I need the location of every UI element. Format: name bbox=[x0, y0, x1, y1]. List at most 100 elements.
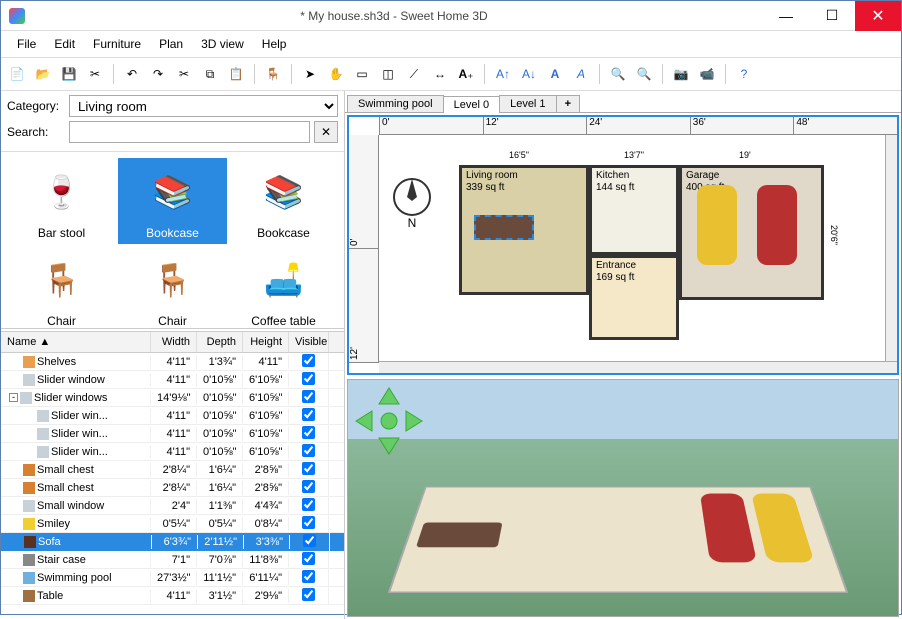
room-entrance[interactable]: Entrance169 sq ft bbox=[589, 255, 679, 340]
text-bigger-button[interactable]: A↑ bbox=[491, 62, 515, 86]
search-input[interactable] bbox=[69, 121, 310, 143]
plan-view[interactable]: 0'12'24'36'48' 0'12' N Living room339 sq… bbox=[347, 115, 899, 375]
furniture-row[interactable]: Stair case7'1"7'0⅞"11'8⅜" bbox=[1, 551, 344, 569]
help-button[interactable]: ? bbox=[732, 62, 756, 86]
select-tool[interactable]: ➤ bbox=[298, 62, 322, 86]
visible-checkbox[interactable] bbox=[302, 444, 315, 457]
text-tool[interactable]: A₊ bbox=[454, 62, 478, 86]
visible-checkbox[interactable] bbox=[302, 462, 315, 475]
zoom-in-button[interactable]: 🔍 bbox=[606, 62, 630, 86]
search-clear-button[interactable]: ✕ bbox=[314, 121, 338, 143]
undo-button[interactable]: ↶ bbox=[120, 62, 144, 86]
menu-plan[interactable]: Plan bbox=[151, 34, 191, 54]
furniture-row[interactable]: Small chest2'8¼"1'6¼"2'8⅝" bbox=[1, 461, 344, 479]
ruler-vertical: 0'12' bbox=[349, 135, 379, 363]
furniture-row[interactable]: Swimming pool27'3½"11'1½"6'11¼" bbox=[1, 569, 344, 587]
menu-help[interactable]: Help bbox=[254, 34, 295, 54]
3d-car-red bbox=[700, 494, 757, 563]
visible-checkbox[interactable] bbox=[302, 570, 315, 583]
redo-button[interactable]: ↷ bbox=[146, 62, 170, 86]
maximize-button[interactable]: ☐ bbox=[809, 1, 855, 31]
visible-checkbox[interactable] bbox=[302, 588, 315, 601]
copy-button[interactable]: ⧉ bbox=[198, 62, 222, 86]
catalog-item[interactable]: 🍷Bar stool bbox=[7, 158, 116, 244]
wall-tool[interactable]: ▭ bbox=[350, 62, 374, 86]
close-button[interactable]: ✕ bbox=[855, 1, 901, 31]
add-furniture-button[interactable]: 🪑 bbox=[261, 62, 285, 86]
menu-file[interactable]: File bbox=[9, 34, 44, 54]
save-button[interactable]: 💾 bbox=[57, 62, 81, 86]
toolbar: 📄 📂 💾 ✂ ↶ ↷ ✂ ⧉ 📋 🪑 ➤ ✋ ▭ ◫ ⟋ ↔ A₊ A↑ A↓… bbox=[1, 58, 901, 91]
visible-checkbox[interactable] bbox=[302, 372, 315, 385]
furniture-row[interactable]: Small chest2'8¼"1'6¼"2'8⅝" bbox=[1, 479, 344, 497]
visible-checkbox[interactable] bbox=[302, 408, 315, 421]
furniture-row[interactable]: Slider win...4'11"0'10⅝"6'10⅝" bbox=[1, 425, 344, 443]
level-tab[interactable]: Swimming pool bbox=[347, 95, 444, 112]
room-tool[interactable]: ◫ bbox=[376, 62, 400, 86]
col-width[interactable]: Width bbox=[151, 332, 197, 352]
compass-icon: N bbox=[387, 175, 437, 235]
col-name[interactable]: Name ▲ bbox=[1, 332, 151, 352]
catalog-item[interactable]: 📚Bookcase bbox=[229, 158, 338, 244]
category-label: Category: bbox=[7, 99, 65, 113]
visible-checkbox[interactable] bbox=[302, 480, 315, 493]
visible-checkbox[interactable] bbox=[302, 516, 315, 529]
catalog-item[interactable]: 📚Bookcase bbox=[118, 158, 227, 244]
visible-checkbox[interactable] bbox=[302, 354, 315, 367]
paste-button[interactable]: 📋 bbox=[224, 62, 248, 86]
level-tab[interactable]: Level 1 bbox=[499, 95, 556, 112]
furniture-row[interactable]: Table4'11"3'1½"2'9⅛" bbox=[1, 587, 344, 605]
furniture-row[interactable]: Smiley0'5¼"0'5¼"0'8¼" bbox=[1, 515, 344, 533]
furniture-row[interactable]: Slider window4'11"0'10⅝"6'10⅝" bbox=[1, 371, 344, 389]
visible-checkbox[interactable] bbox=[302, 426, 315, 439]
dimension-tool[interactable]: ↔ bbox=[428, 62, 452, 86]
open-button[interactable]: 📂 bbox=[31, 62, 55, 86]
furniture-row[interactable]: Small window2'4"1'1⅜"4'4¾" bbox=[1, 497, 344, 515]
car-red[interactable] bbox=[757, 185, 797, 265]
preferences-button[interactable]: ✂ bbox=[83, 62, 107, 86]
minimize-button[interactable]: — bbox=[763, 1, 809, 31]
col-height[interactable]: Height bbox=[243, 332, 289, 352]
text-italic-button[interactable]: A bbox=[569, 62, 593, 86]
video-button[interactable]: 📹 bbox=[695, 62, 719, 86]
visible-checkbox[interactable] bbox=[303, 534, 316, 547]
cut-button[interactable]: ✂ bbox=[172, 62, 196, 86]
furniture-row[interactable]: -Slider windows14'9⅛"0'10⅝"6'10⅝" bbox=[1, 389, 344, 407]
catalog-item[interactable]: 🛋️Coffee table bbox=[229, 246, 338, 332]
text-bold-button[interactable]: A bbox=[543, 62, 567, 86]
level-tab[interactable]: Level 0 bbox=[443, 96, 500, 113]
polyline-tool[interactable]: ⟋ bbox=[402, 62, 426, 86]
photo-button[interactable]: 📷 bbox=[669, 62, 693, 86]
catalog-item[interactable]: 🪑Chair bbox=[118, 246, 227, 332]
col-depth[interactable]: Depth bbox=[197, 332, 243, 352]
furniture-row[interactable]: Slider win...4'11"0'10⅝"6'10⅝" bbox=[1, 443, 344, 461]
pan-tool[interactable]: ✋ bbox=[324, 62, 348, 86]
add-level-button[interactable]: + bbox=[556, 95, 580, 112]
visible-checkbox[interactable] bbox=[302, 498, 315, 511]
visible-checkbox[interactable] bbox=[302, 552, 315, 565]
furniture-row[interactable]: Slider win...4'11"0'10⅝"6'10⅝" bbox=[1, 407, 344, 425]
visible-checkbox[interactable] bbox=[302, 390, 315, 403]
plan-scrollbar-h[interactable] bbox=[379, 361, 897, 373]
menu-3d-view[interactable]: 3D view bbox=[193, 34, 252, 54]
room-kitchen[interactable]: Kitchen144 sq ft bbox=[589, 165, 679, 255]
catalog-item[interactable]: 🪑Chair bbox=[7, 246, 116, 332]
svg-text:N: N bbox=[408, 216, 417, 230]
3d-view[interactable] bbox=[347, 379, 899, 617]
furniture-row[interactable]: Shelves4'11"1'3¾"4'11" bbox=[1, 353, 344, 371]
app-icon bbox=[9, 8, 25, 24]
search-label: Search: bbox=[7, 125, 65, 139]
3d-car-yellow bbox=[751, 494, 814, 563]
new-button[interactable]: 📄 bbox=[5, 62, 29, 86]
zoom-out-button[interactable]: 🔍 bbox=[632, 62, 656, 86]
menu-edit[interactable]: Edit bbox=[46, 34, 83, 54]
furniture-row[interactable]: Sofa6'3¾"2'11½"3'3⅜" bbox=[1, 533, 344, 551]
col-visible[interactable]: Visible bbox=[289, 332, 329, 352]
text-smaller-button[interactable]: A↓ bbox=[517, 62, 541, 86]
plan-sofa[interactable] bbox=[474, 215, 534, 240]
plan-scrollbar-v[interactable] bbox=[885, 135, 897, 361]
dimension-label: 19' bbox=[739, 150, 751, 160]
menu-furniture[interactable]: Furniture bbox=[85, 34, 149, 54]
car-yellow[interactable] bbox=[697, 185, 737, 265]
category-select[interactable]: Living room bbox=[69, 95, 338, 117]
